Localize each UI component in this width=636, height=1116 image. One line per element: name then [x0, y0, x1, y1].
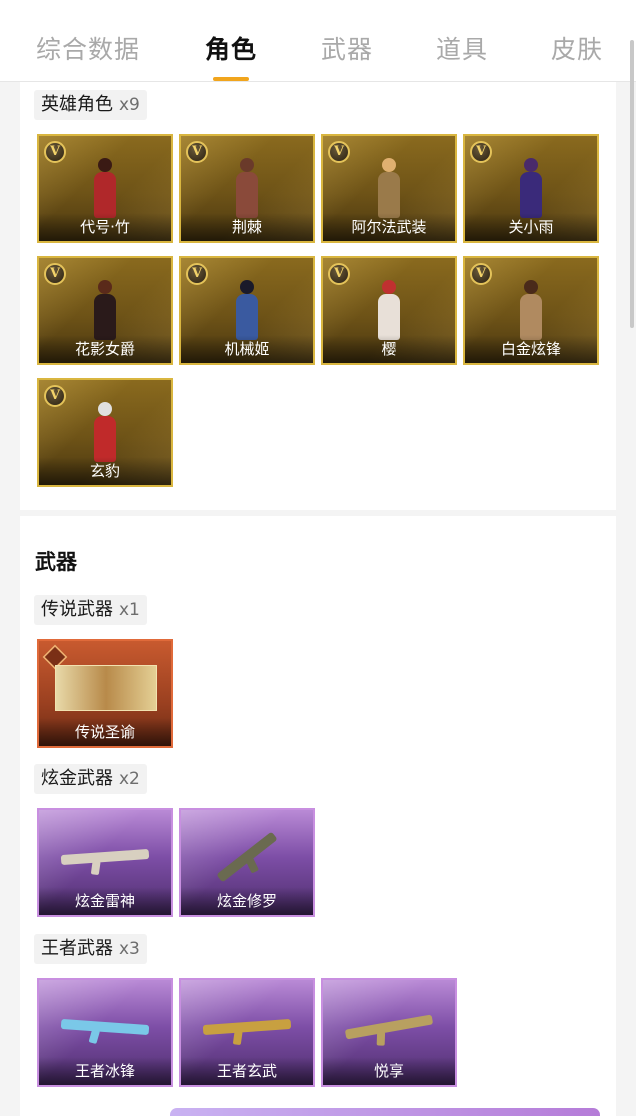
weapon-group-count: x1 [119, 600, 140, 620]
weapon-name: 悦享 [373, 1062, 404, 1080]
floating-bottom-bar[interactable] [170, 1108, 600, 1116]
scrollbar[interactable] [630, 40, 634, 328]
hero-figure-icon [514, 158, 548, 218]
top-tab-bar: 综合数据 角色 武器 道具 皮肤 [0, 0, 636, 82]
hero-name: 机械姬 [224, 340, 270, 358]
hero-name: 樱 [381, 340, 397, 358]
hero-tile[interactable]: V 白金炫锋 [463, 256, 599, 365]
hero-name: 关小雨 [508, 218, 554, 236]
tab-weapons[interactable]: 武器 [321, 30, 373, 66]
v-rank-icon: V [470, 141, 492, 163]
hero-tile[interactable]: V 荆棘 [179, 134, 315, 243]
hero-name: 代号·竹 [80, 218, 130, 236]
hero-figure-icon [372, 280, 406, 340]
weapon-group-title: 炫金武器 [41, 768, 113, 789]
weapon-tile[interactable]: 王者冰锋 [37, 978, 173, 1087]
v-rank-icon: V [470, 263, 492, 285]
weapon-group-title: 传说武器 [41, 599, 113, 620]
weapon-name: 炫金雷神 [74, 892, 135, 910]
weapon-group-count: x3 [119, 939, 140, 959]
weapon-name: 王者冰锋 [74, 1062, 135, 1080]
active-tab-indicator [213, 77, 249, 81]
weapon-tile[interactable]: 传说圣谕 [37, 639, 173, 748]
v-rank-icon: V [44, 385, 66, 407]
rifle-icon [60, 848, 150, 866]
weapon-tile[interactable]: 炫金雷神 [37, 808, 173, 917]
rifle-icon [344, 1014, 434, 1040]
hero-tile[interactable]: V 樱 [321, 256, 457, 365]
v-rank-icon: V [44, 263, 66, 285]
v-rank-icon: V [328, 141, 350, 163]
hero-figure-icon [514, 280, 548, 340]
weapon-group-count: x2 [119, 769, 140, 789]
hero-tile[interactable]: V 机械姬 [179, 256, 315, 365]
weapon-name: 传说圣谕 [74, 723, 135, 741]
v-rank-icon: V [328, 263, 350, 285]
hero-figure-icon [372, 158, 406, 218]
ice-blade-icon [60, 1018, 150, 1036]
hero-group-label: 英雄角色 x9 [34, 90, 147, 120]
tab-characters[interactable]: 角色 [205, 30, 257, 66]
weapon-name: 王者玄武 [216, 1062, 277, 1080]
hero-tile[interactable]: V 关小雨 [463, 134, 599, 243]
hero-figure-icon [230, 158, 264, 218]
weapon-tile[interactable]: 王者玄武 [179, 978, 315, 1087]
hero-name: 花影女爵 [74, 340, 135, 358]
v-rank-icon: V [44, 141, 66, 163]
weapon-tile[interactable]: 悦享 [321, 978, 457, 1087]
hero-tile[interactable]: V 花影女爵 [37, 256, 173, 365]
hero-figure-icon [230, 280, 264, 340]
hero-figure-icon [88, 402, 122, 462]
weapon-name: 炫金修罗 [216, 892, 277, 910]
hero-tile[interactable]: V 代号·竹 [37, 134, 173, 243]
hero-group-count: x9 [119, 95, 140, 115]
hero-figure-icon [88, 280, 122, 340]
weapon-tile[interactable]: 炫金修罗 [179, 808, 315, 917]
v-rank-icon: V [186, 263, 208, 285]
hero-tile[interactable]: V 阿尔法武装 [321, 134, 457, 243]
tab-overview[interactable]: 综合数据 [36, 30, 140, 66]
hero-name: 玄豹 [89, 462, 120, 480]
weapon-group-label: 炫金武器 x2 [34, 764, 147, 794]
hero-figure-icon [88, 158, 122, 218]
weapon-group-label: 传说武器 x1 [34, 595, 147, 625]
hero-tile[interactable]: V 玄豹 [37, 378, 173, 487]
weapons-section-title: 武器 [35, 550, 77, 574]
tab-items[interactable]: 道具 [436, 30, 488, 66]
blade-icon [216, 831, 278, 883]
hero-name: 白金炫锋 [500, 340, 561, 358]
hero-name: 荆棘 [231, 218, 262, 236]
v-rank-icon: V [186, 141, 208, 163]
weapon-group-title: 王者武器 [41, 938, 113, 959]
tab-skins[interactable]: 皮肤 [551, 30, 603, 66]
hero-name: 阿尔法武装 [351, 218, 427, 236]
weapon-group-label: 王者武器 x3 [34, 934, 147, 964]
weapon-image-icon [55, 665, 157, 711]
rifle-icon [202, 1018, 292, 1036]
hero-group-title: 英雄角色 [41, 94, 113, 115]
